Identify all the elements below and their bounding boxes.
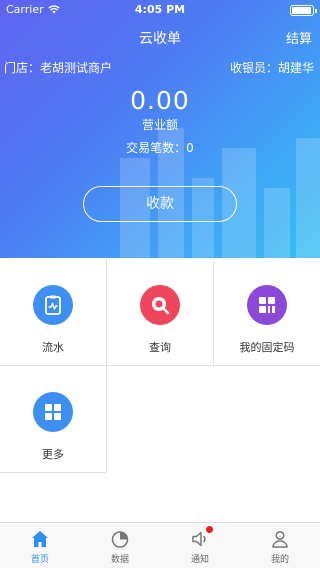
store-name: 门店：老胡测试商户 — [4, 61, 113, 75]
status-bar: Carrier 4:05 PM — [0, 0, 320, 20]
tab-notifications[interactable]: 通知 — [160, 523, 240, 568]
battery-icon — [290, 5, 317, 16]
user-icon — [272, 530, 288, 548]
header-panel: Carrier 4:05 PM 云收单 结算 门店：老胡测试商户 收银员：胡建华… — [0, 0, 320, 258]
speaker-icon — [190, 526, 213, 549]
transaction-count: 交易笔数：0 — [126, 141, 194, 155]
page-title: 云收单 — [139, 31, 181, 47]
grid-item-transactions[interactable]: 流水 — [0, 259, 107, 366]
tab-label: 我的 — [270, 555, 289, 565]
revenue-label: 营业额 — [141, 118, 178, 132]
grid-item-label: 查询 — [149, 341, 171, 354]
grid-item-label: 我的固定码 — [239, 341, 295, 354]
tab-profile[interactable]: 我的 — [240, 523, 320, 568]
tab-label: 首页 — [30, 555, 49, 565]
clock: 4:05 PM — [134, 3, 186, 16]
tab-label: 通知 — [190, 555, 209, 565]
search-icon — [140, 285, 180, 325]
grid-item-more[interactable]: 更多 — [0, 366, 107, 473]
grid-item-query[interactable]: 查询 — [107, 259, 214, 366]
more-icon — [33, 392, 73, 432]
grid-item-fixed-code[interactable]: 我的固定码 — [214, 259, 320, 366]
revenue-amount: 0.00 — [130, 86, 190, 115]
collect-payment-button[interactable]: 收款 — [83, 186, 237, 222]
tab-home[interactable]: 首页 — [0, 523, 80, 568]
grid-item-label: 流水 — [42, 341, 64, 354]
app-screen: Carrier 4:05 PM 云收单 结算 门店：老胡测试商户 收银员：胡建华… — [0, 0, 320, 568]
grid-item-label: 更多 — [42, 448, 64, 461]
tab-bar: 首页 数据 通知 我的 — [0, 522, 320, 568]
tab-label: 数据 — [110, 555, 129, 565]
cashier-name: 收银员：胡建华 — [229, 61, 314, 75]
fixed-code-icon — [247, 285, 287, 325]
pie-chart-icon — [111, 531, 129, 548]
home-icon — [32, 531, 48, 547]
settle-button[interactable]: 结算 — [286, 28, 312, 47]
notification-badge — [206, 526, 213, 533]
tab-data[interactable]: 数据 — [80, 523, 160, 568]
transaction-log-icon — [33, 285, 73, 325]
store-info-row: 门店：老胡测试商户 收银员：胡建华 — [4, 59, 314, 76]
